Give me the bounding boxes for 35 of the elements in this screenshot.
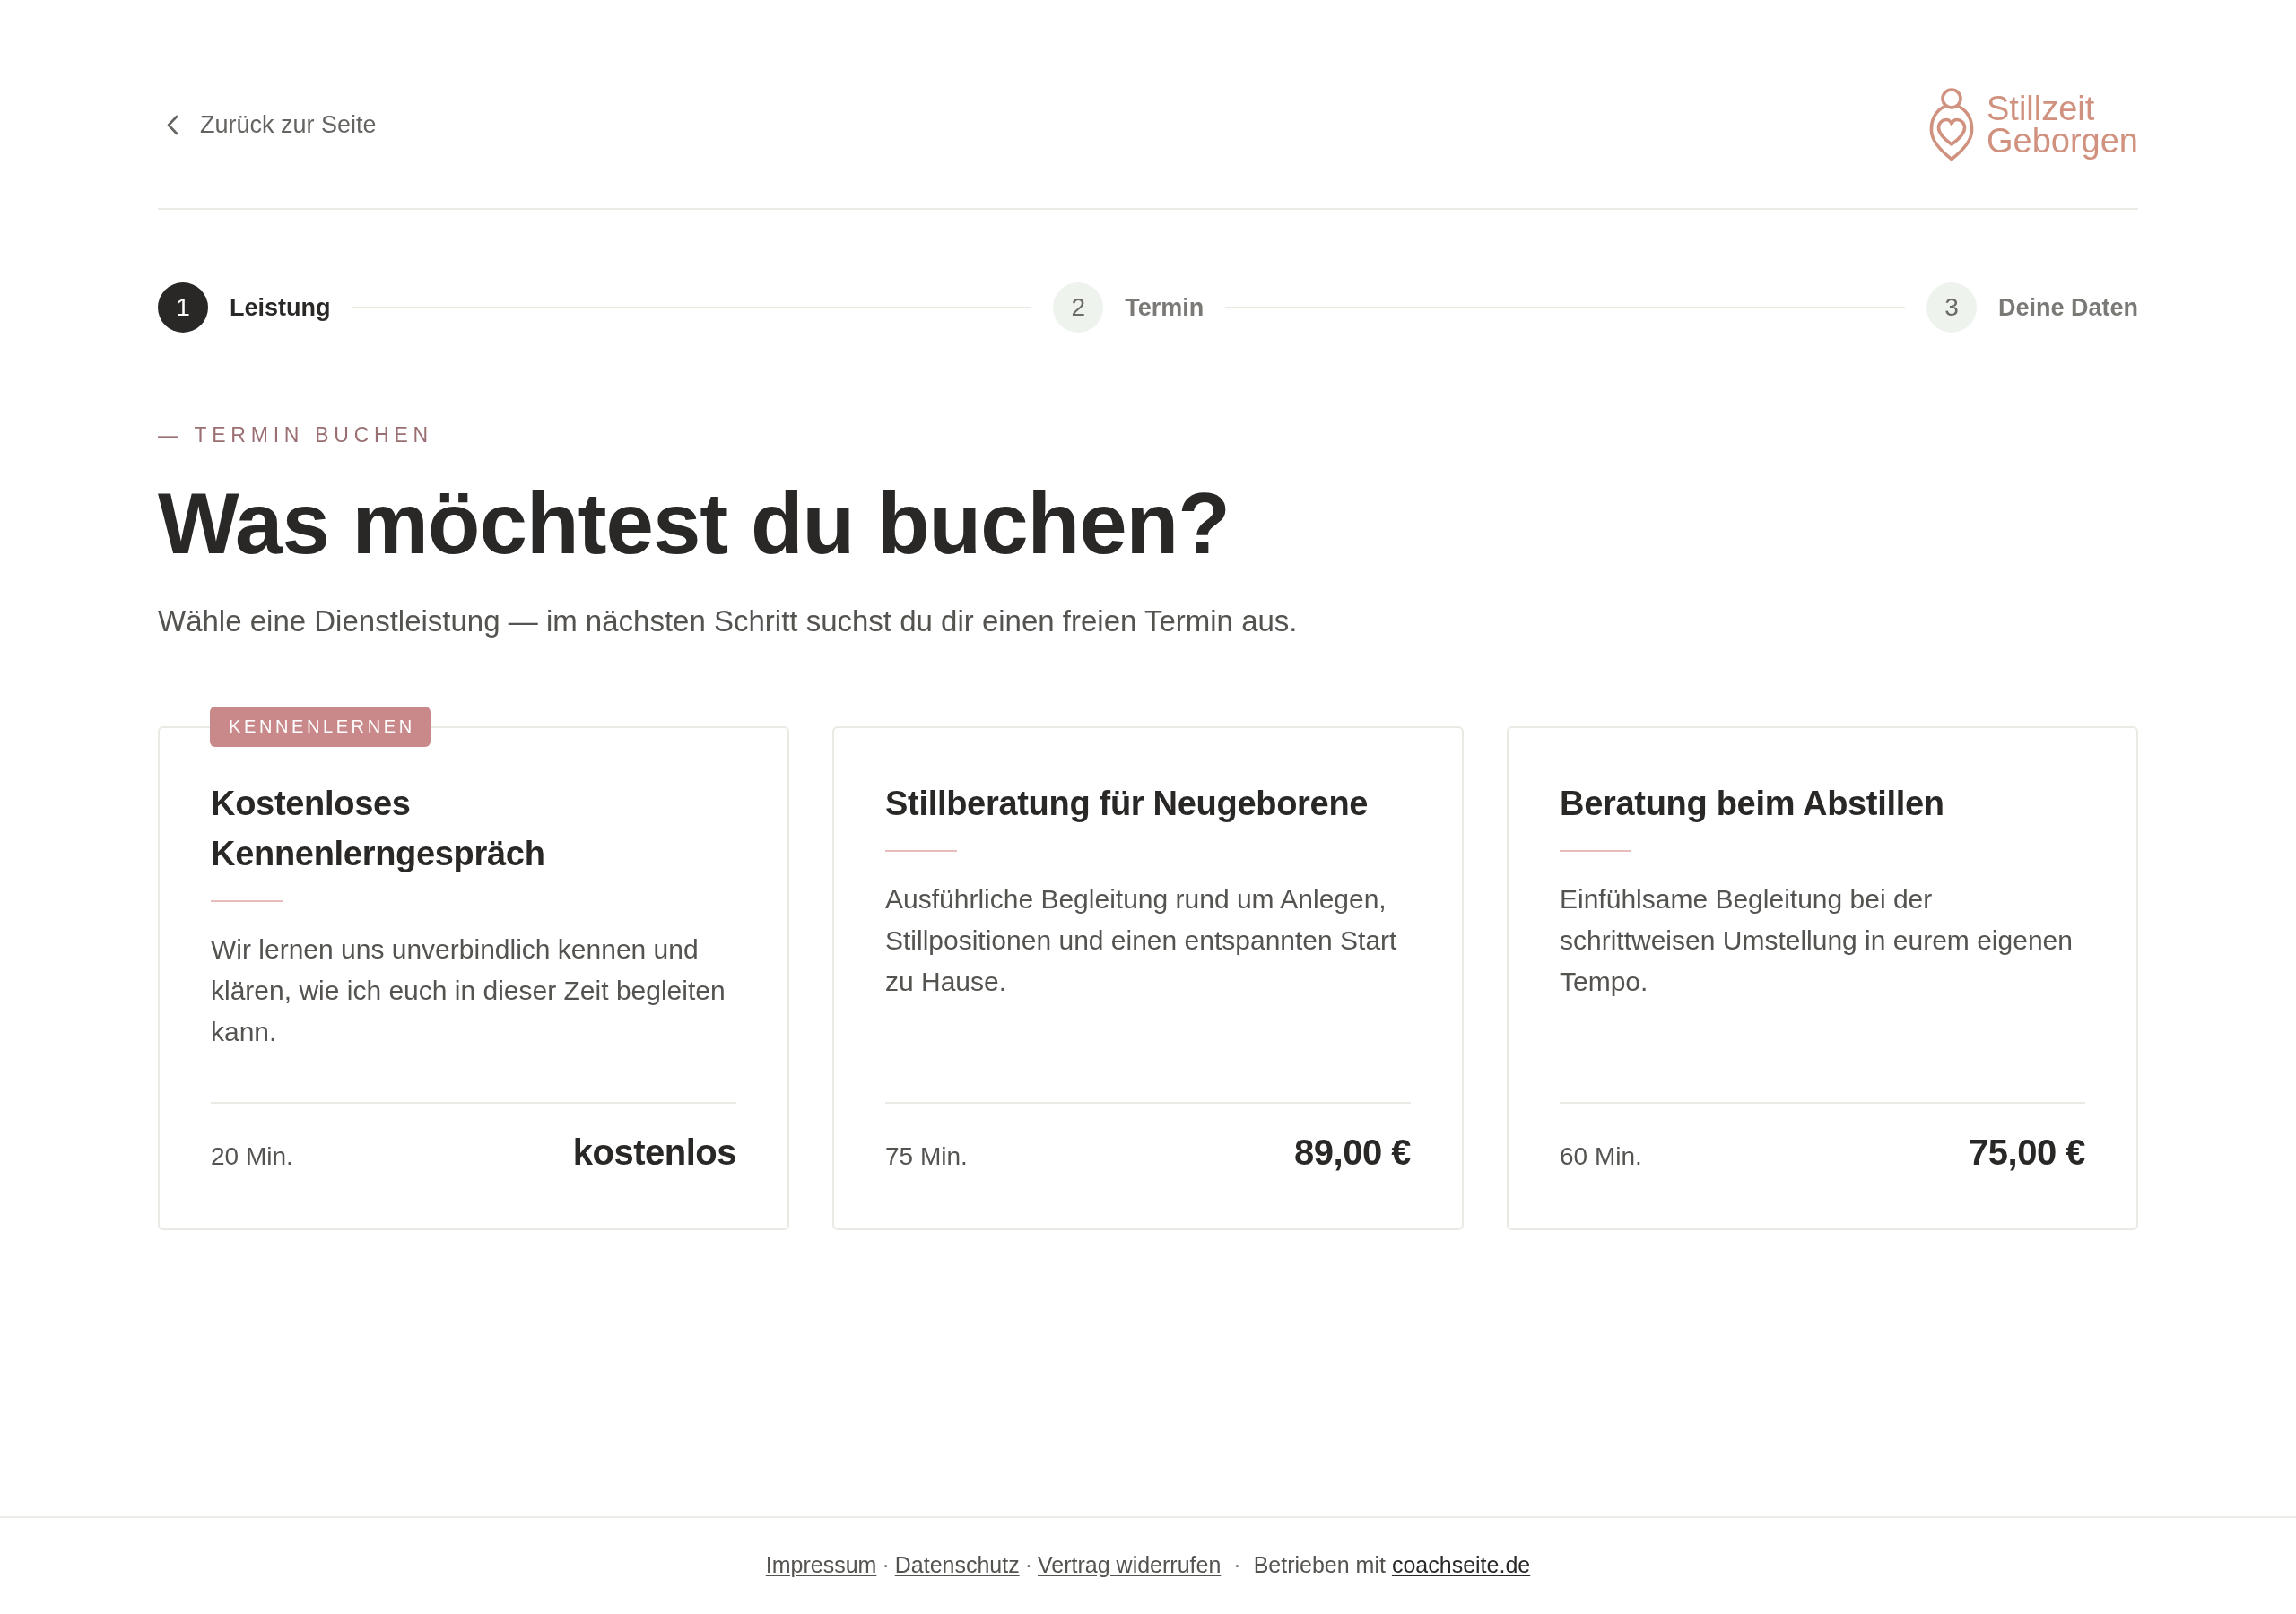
- footer-link[interactable]: Impressum: [765, 1552, 877, 1578]
- price-text: kostenlos: [572, 1132, 736, 1173]
- step-number: 2: [1053, 282, 1104, 333]
- page-subtitle: Wähle eine Dienstleistung — im nächsten Schritt suchst du dir einen freien Termin aus.: [158, 603, 1299, 639]
- service-description: Einfühlsame Begleitung bei der schrittweisen Umstellung in eurem eigenen Tempo.: [1560, 883, 2074, 998]
- service-card[interactable]: Stillberatung für Neugeborene Ausführliche Begleitung rund um Anlegen, Stillpositionen und einen entspannten Start zu Hause. 75 Min. 89,00 €: [832, 726, 1464, 1230]
- price-text: 75,00 €: [1969, 1132, 2085, 1173]
- powered-by-text: Betrieben mit: [1253, 1552, 1386, 1578]
- duration-text: 20 Min.: [211, 1142, 293, 1171]
- separator-dot: ·: [882, 1552, 890, 1578]
- back-link[interactable]: Zurück zur Seite: [166, 110, 377, 139]
- category-badge: KENNENLERNEN: [210, 707, 430, 747]
- page-title: Was möchtest du buchen?: [158, 474, 1231, 573]
- section-eyebrow: — TERMIN BUCHEN: [158, 423, 433, 447]
- service-description: Ausführliche Begleitung rund um Anlegen, Stillpositionen und einen entspannten Start zu Hause.: [885, 883, 1398, 998]
- step-number: 3: [1926, 282, 1977, 333]
- duration-text: 60 Min.: [1560, 1142, 1642, 1171]
- footer-link[interactable]: coachseite.de: [1391, 1552, 1531, 1578]
- step-number: 1: [158, 282, 208, 333]
- logo-icon: [1929, 88, 1974, 161]
- service-card[interactable]: Beratung beim Abstillen Einfühlsame Begleitung bei der schrittweisen Umstellung in eurem eigenen Tempo. 60 Min. 75,00 €: [1507, 726, 2138, 1230]
- step-label: Leistung: [230, 293, 331, 322]
- step-label: Deine Daten: [1997, 293, 2138, 322]
- service-description: Wir lernen uns unverbindlich kennen und klären, wie ich euch in dieser Zeit begleiten kann.: [211, 933, 726, 1048]
- service-title: Stillberatung für Neugeborene: [885, 784, 1370, 824]
- chevron-left-icon: [166, 114, 178, 135]
- step-label: Termin: [1125, 293, 1205, 322]
- service-title: Kostenloses Kennenlerngespräch: [211, 784, 546, 874]
- duration-text: 75 Min.: [885, 1142, 968, 1171]
- price-text: 89,00 €: [1294, 1132, 1411, 1173]
- footer-link[interactable]: Datenschutz: [894, 1552, 1020, 1578]
- footer-link[interactable]: Vertrag widerrufen: [1038, 1552, 1222, 1578]
- service-title: Beratung beim Abstillen: [1560, 784, 1945, 824]
- separator-dot: ·: [1024, 1552, 1033, 1578]
- separator-dot: ·: [1233, 1552, 1241, 1578]
